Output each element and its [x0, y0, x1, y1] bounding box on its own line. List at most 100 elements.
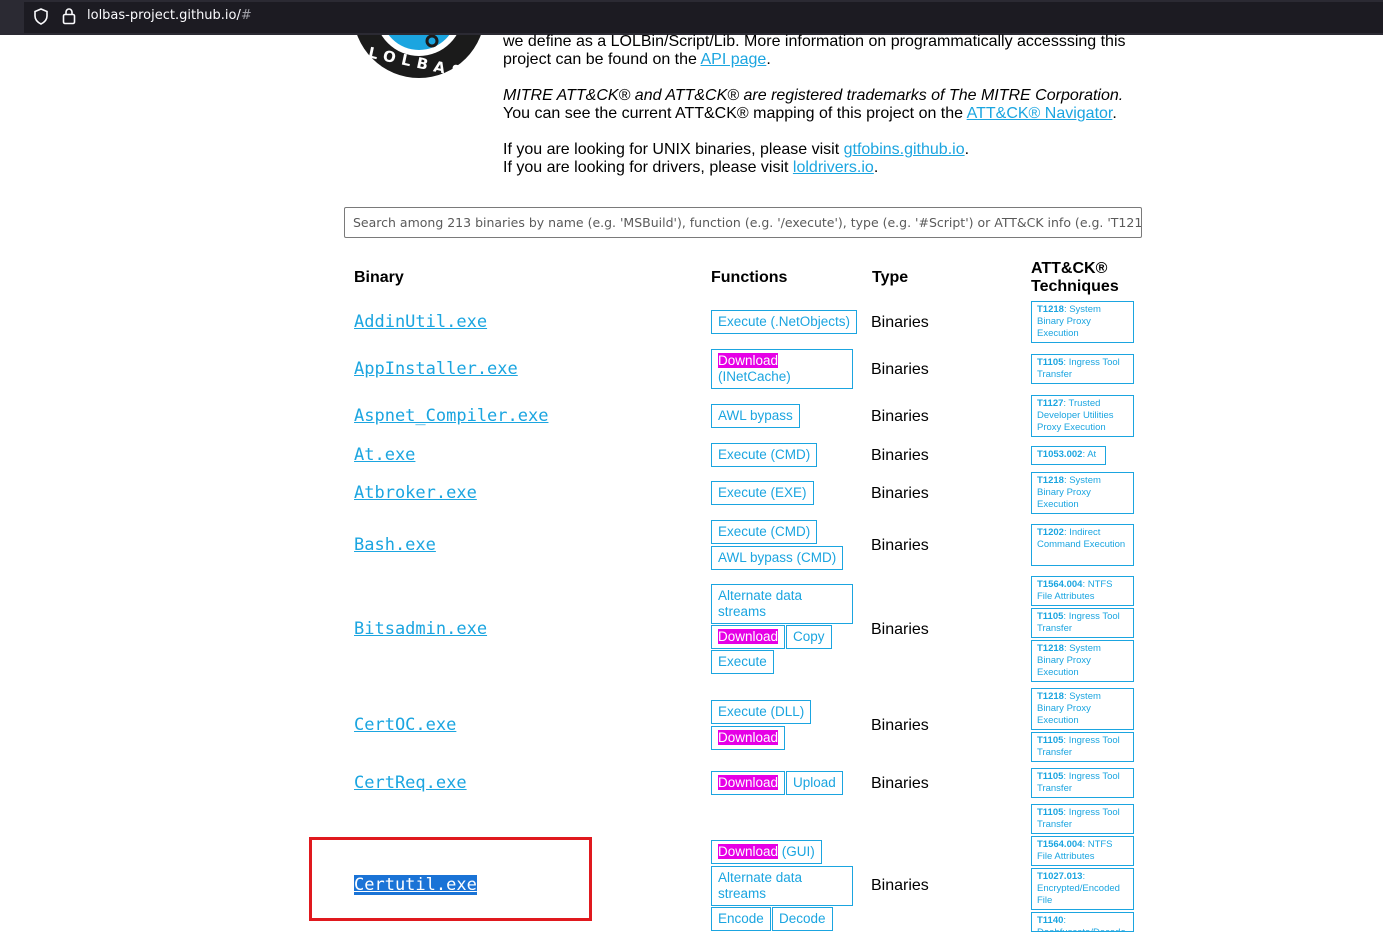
binary-link-aspnet-compiler[interactable]: Aspnet_Compiler.exe — [354, 406, 548, 426]
header-attack: ATT&CK® Techniques — [1031, 260, 1119, 296]
type-label: Binaries — [871, 447, 929, 464]
technique-id: T1218 — [1037, 475, 1064, 486]
technique-tag[interactable]: T1564.004: NTFS File Attributes — [1031, 576, 1134, 606]
technique-tag[interactable]: T1105: Ingress Tool Transfer — [1031, 804, 1134, 834]
technique-tag[interactable]: T1105: Ingress Tool Transfer — [1031, 732, 1134, 762]
technique-tag[interactable]: T1218: System Binary Proxy Execution — [1031, 301, 1134, 343]
function-highlight: Download — [718, 844, 779, 859]
intro-text: . — [766, 51, 771, 68]
function-tag[interactable]: Execute (CMD) — [711, 520, 818, 544]
function-highlight: Download — [718, 775, 779, 790]
function-label: (INetCache) — [718, 369, 791, 384]
technique-id: T1053.002 — [1037, 449, 1083, 460]
technique-tag[interactable]: T1105: Ingress Tool Transfer — [1031, 354, 1134, 384]
binary-link-certoc[interactable]: CertOC.exe — [354, 715, 456, 735]
type-label: Binaries — [871, 775, 929, 792]
url-hash: # — [240, 8, 252, 23]
technique-id: T1218 — [1037, 691, 1064, 702]
annotation-highlight-box — [309, 837, 592, 921]
technique-tag[interactable]: T1105: Ingress Tool Transfer — [1031, 768, 1134, 798]
function-tag[interactable]: Execute (CMD) — [711, 443, 818, 467]
function-tag[interactable]: AWL bypass (CMD) — [711, 546, 844, 570]
function-tag[interactable]: AWL bypass — [711, 404, 800, 428]
technique-tag[interactable]: T1218: System Binary Proxy Execution — [1031, 472, 1134, 514]
loldrivers-link[interactable]: loldrivers.io — [793, 159, 874, 176]
function-tag[interactable]: Copy — [786, 625, 832, 649]
header-attack-line1: ATT&CK® — [1031, 260, 1108, 277]
function-highlight: Download — [718, 629, 779, 644]
technique-id: T1105 — [1037, 735, 1064, 746]
function-tag[interactable]: Alternate data streams — [711, 866, 853, 906]
function-tag[interactable]: Alternate data streams — [711, 584, 853, 624]
technique-tag[interactable]: T1140: Deobfuscate/Decode Files or Infor… — [1031, 912, 1134, 932]
function-tag[interactable]: Execute (.NetObjects) — [711, 310, 858, 334]
type-label: Binaries — [871, 485, 929, 502]
technique-id: T1564.004 — [1037, 839, 1083, 850]
function-tag[interactable]: Download (GUI) — [711, 840, 822, 864]
type-label: Binaries — [871, 537, 929, 554]
intro-text: . — [1112, 105, 1117, 122]
technique-tag[interactable]: T1127: Trusted Developer Utilities Proxy… — [1031, 395, 1134, 437]
binary-link-addinutil[interactable]: AddinUtil.exe — [354, 312, 487, 332]
binary-link-at[interactable]: At.exe — [354, 445, 415, 465]
function-tag[interactable]: Execute — [711, 650, 774, 674]
technique-tag[interactable]: T1218: System Binary Proxy Execution — [1031, 688, 1134, 730]
technique-tag[interactable]: T1053.002: At — [1031, 446, 1106, 465]
technique-id: T1105 — [1037, 771, 1064, 782]
function-tag[interactable]: Encode — [711, 907, 771, 931]
trademark-text: MITRE ATT&CK® and ATT&CK® are registered… — [503, 87, 1124, 104]
technique-tag[interactable]: T1202: Indirect Command Execution — [1031, 524, 1134, 566]
function-label: (GUI) — [778, 844, 815, 859]
function-tag[interactable]: Download (INetCache) — [711, 349, 853, 389]
header-functions: Functions — [711, 269, 788, 286]
function-tag[interactable]: Download — [711, 625, 786, 649]
shield-icon[interactable] — [33, 8, 49, 25]
url-host: lolbas-project.github.io/ — [87, 8, 241, 23]
intro-mitre-paragraph: MITRE ATT&CK® and ATT&CK® are registered… — [503, 87, 1163, 123]
function-tag[interactable]: Upload — [786, 771, 843, 795]
function-tag[interactable]: Execute (DLL) — [711, 700, 812, 724]
intro-text: we define as a LOLBin/Script/Lib. More i… — [503, 33, 1126, 68]
technique-tag[interactable]: T1564.004: NTFS File Attributes — [1031, 836, 1134, 866]
function-highlight: Download — [718, 730, 779, 745]
type-label: Binaries — [871, 314, 929, 331]
url-text[interactable]: lolbas-project.github.io/# — [87, 8, 252, 23]
binary-link-appinstaller[interactable]: AppInstaller.exe — [354, 359, 518, 379]
intro-text: If you are looking for drivers, please v… — [503, 159, 793, 176]
binary-link-bitsadmin[interactable]: Bitsadmin.exe — [354, 619, 487, 639]
header-attack-line2: Techniques — [1031, 278, 1119, 295]
search-input[interactable]: Search among 213 binaries by name (e.g. … — [344, 207, 1142, 238]
technique-id: T1105 — [1037, 807, 1064, 818]
function-tag[interactable]: Download — [711, 771, 786, 795]
intro-other-projects-paragraph: If you are looking for UNIX binaries, pl… — [503, 141, 1163, 177]
intro-text: . — [873, 159, 879, 176]
technique-tag[interactable]: T1105: Ingress Tool Transfer — [1031, 608, 1134, 638]
function-tag[interactable]: Download — [711, 726, 786, 750]
function-tag[interactable]: Decode — [772, 907, 833, 931]
technique-id: T1564.004 — [1037, 579, 1083, 590]
technique-id: T1127 — [1037, 398, 1064, 409]
binary-link-certreq[interactable]: CertReq.exe — [354, 773, 467, 793]
technique-tag[interactable]: T1218: System Binary Proxy Execution — [1031, 640, 1134, 682]
header-binary: Binary — [354, 269, 404, 286]
browser-toolbar: lolbas-project.github.io/# — [0, 0, 1383, 35]
binary-link-bash[interactable]: Bash.exe — [354, 535, 436, 555]
lock-icon[interactable] — [62, 7, 76, 25]
binary-link-atbroker[interactable]: Atbroker.exe — [354, 483, 477, 503]
gtfobins-link[interactable]: gtfobins.github.io — [844, 141, 965, 158]
technique-tag[interactable]: T1027.013: Encrypted/Encoded File — [1031, 868, 1134, 910]
technique-id: T1105 — [1037, 611, 1064, 622]
api-page-link[interactable]: API page — [700, 51, 766, 68]
function-highlight: Download — [718, 353, 779, 368]
technique-id: T1027.013 — [1037, 871, 1083, 882]
header-type: Type — [872, 269, 909, 286]
technique-id: T1218 — [1037, 304, 1064, 315]
attack-navigator-link[interactable]: ATT&CK® Navigator — [967, 105, 1113, 122]
technique-id: T1105 — [1037, 357, 1064, 368]
technique-id: T1202 — [1037, 527, 1064, 538]
intro-section: we define as a LOLBin/Script/Lib. More i… — [503, 33, 1163, 195]
function-tag[interactable]: Execute (EXE) — [711, 481, 814, 505]
type-label: Binaries — [871, 621, 929, 638]
intro-text: You can see the current ATT&CK® mapping … — [503, 105, 967, 122]
type-label: Binaries — [871, 717, 929, 734]
